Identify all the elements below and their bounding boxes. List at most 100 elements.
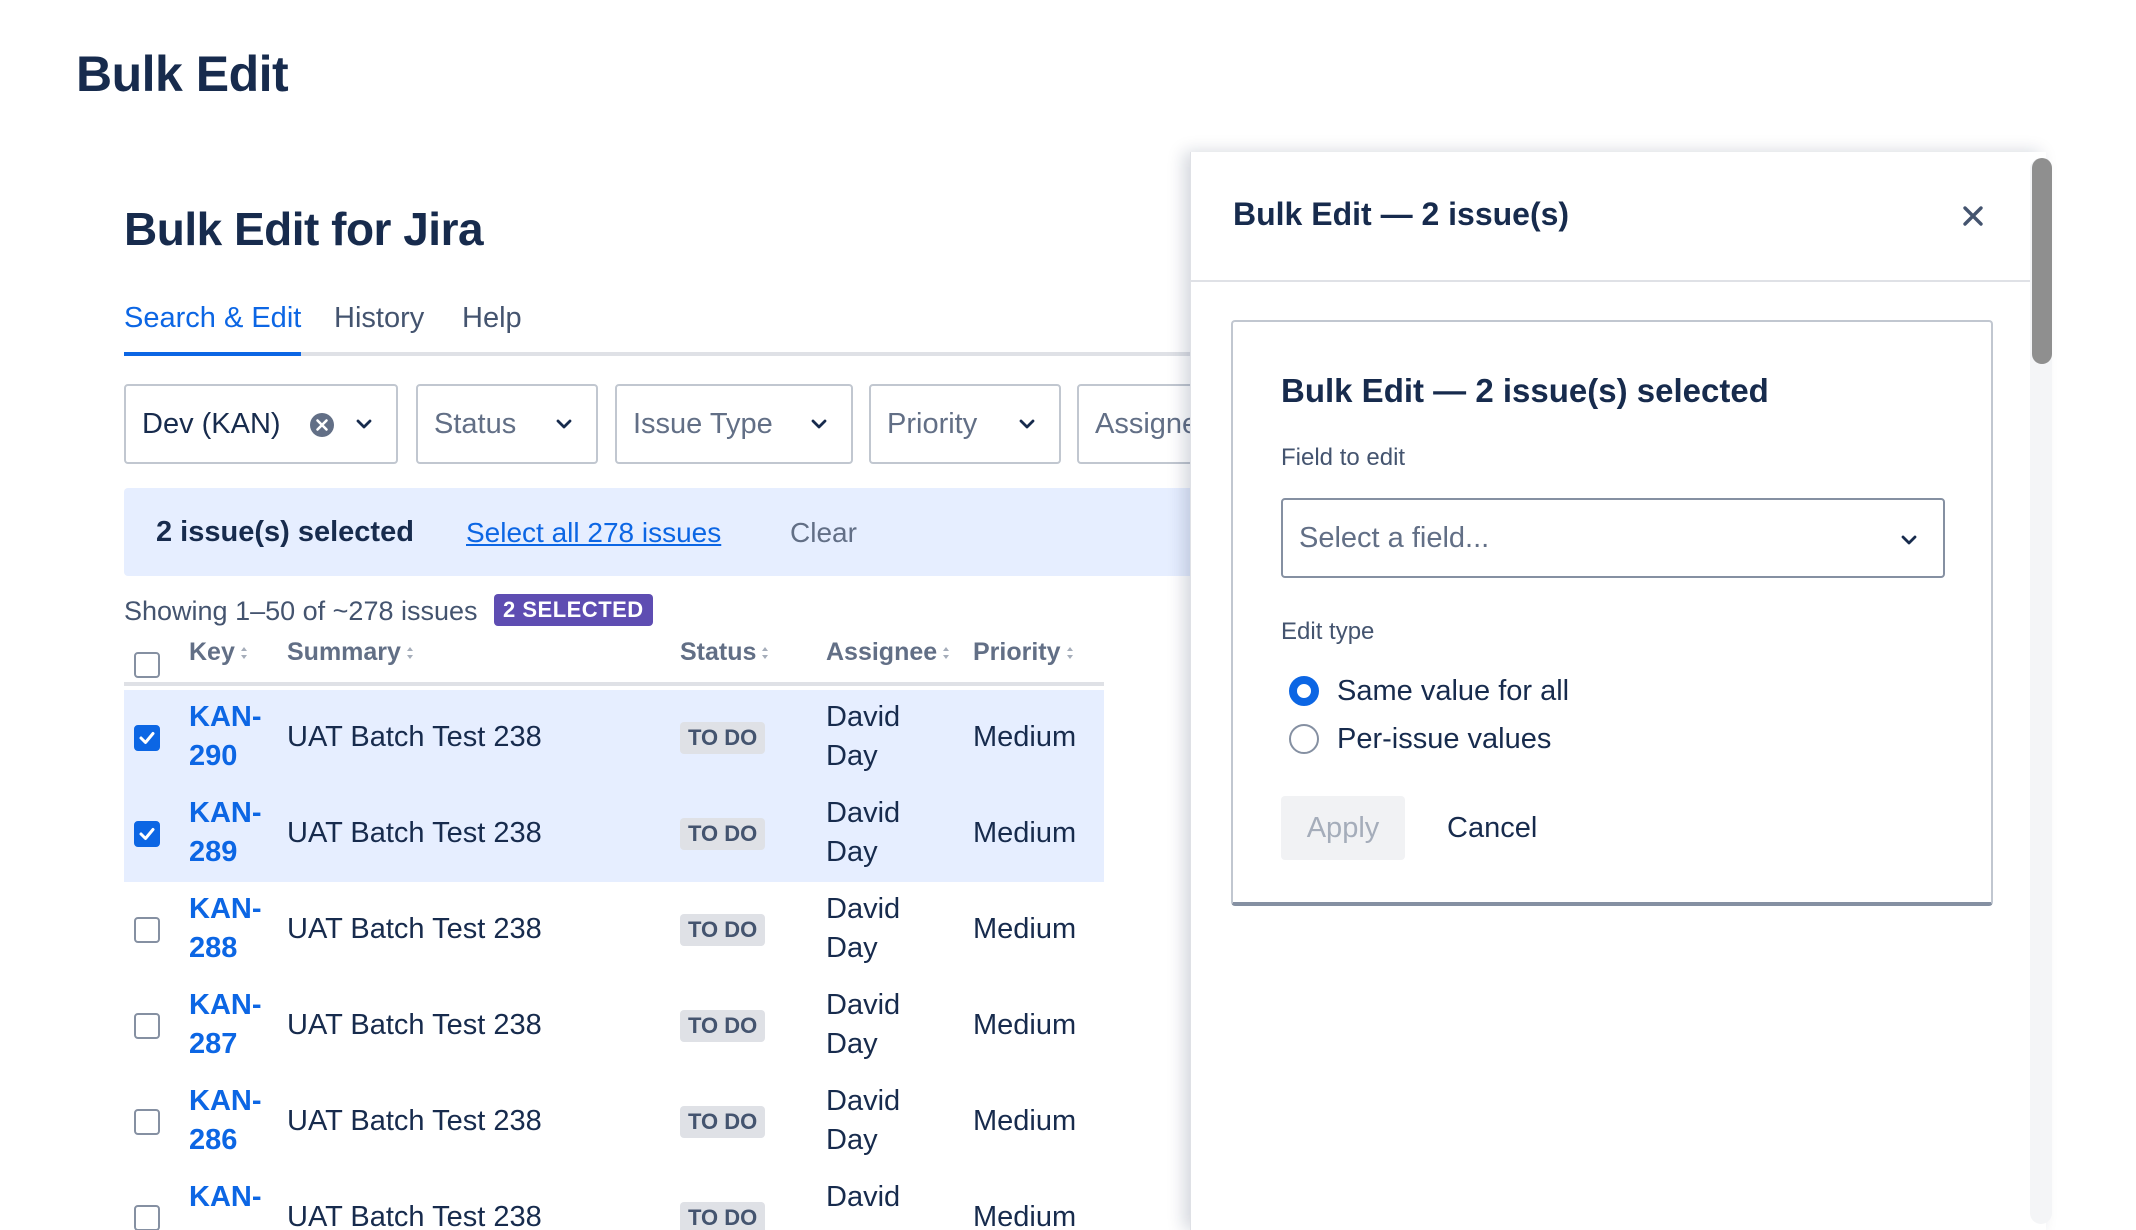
column-header-summary[interactable]: Summary xyxy=(287,638,415,667)
status-badge: TO DO xyxy=(680,1106,766,1138)
issue-summary: UAT Batch Test 238 xyxy=(287,913,542,945)
results-count: Showing 1–50 of ~278 issues xyxy=(124,596,478,626)
column-header-summary-label: Summary xyxy=(287,638,401,666)
selection-count: 2 issue(s) selected xyxy=(156,516,414,548)
priority-filter[interactable]: Priority xyxy=(869,384,1061,464)
field-select-placeholder: Select a field... xyxy=(1299,522,1490,554)
form-heading: Bulk Edit — 2 issue(s) selected xyxy=(1281,372,1769,409)
project-filter-label: Dev (KAN) xyxy=(142,408,281,440)
sort-icon xyxy=(240,647,247,660)
apply-button[interactable]: Apply xyxy=(1281,796,1405,860)
issue-summary: UAT Batch Test 238 xyxy=(287,817,542,849)
column-header-priority-label: Priority xyxy=(973,638,1061,666)
issue-key-link[interactable]: KAN-286 xyxy=(189,1082,269,1160)
tab-history[interactable]: History xyxy=(334,302,424,356)
issue-priority: Medium xyxy=(973,913,1077,945)
table-header: Key Summary Status Assignee Priority xyxy=(124,630,1104,686)
sort-icon xyxy=(406,647,413,660)
checkmark-icon xyxy=(139,732,155,744)
cancel-button[interactable]: Cancel xyxy=(1433,796,1551,860)
tab-bar: Search & Edit History Help xyxy=(124,302,1194,356)
filter-bar: Dev (KAN) Status Issue Type Priority Ass… xyxy=(124,384,1194,464)
page-title: Bulk Edit xyxy=(76,46,289,102)
radio-button[interactable] xyxy=(1289,676,1319,706)
issue-key-link[interactable]: KAN-289 xyxy=(189,794,269,872)
column-header-assignee-label: Assignee xyxy=(826,638,938,666)
tab-help[interactable]: Help xyxy=(462,302,522,356)
tab-search-edit[interactable]: Search & Edit xyxy=(124,302,302,356)
issue-assignee: David Day xyxy=(826,989,901,1060)
issue-priority: Medium xyxy=(973,1009,1077,1041)
issue-type-filter[interactable]: Issue Type xyxy=(615,384,853,464)
chevron-down-icon xyxy=(811,419,827,429)
table-row[interactable]: KAN- UAT Batch Test 238 TO DO David Medi… xyxy=(124,1170,1104,1230)
row-checkbox[interactable] xyxy=(134,917,160,943)
issue-priority: Medium xyxy=(973,1201,1077,1230)
selection-banner: 2 issue(s) selected Select all 278 issue… xyxy=(124,488,1194,576)
radio-label: Same value for all xyxy=(1337,675,1570,707)
status-filter-label: Status xyxy=(434,408,517,440)
issue-type-filter-label: Issue Type xyxy=(633,408,773,440)
main-content: Bulk Edit for Jira Search & Edit History… xyxy=(124,150,1194,1230)
row-checkbox[interactable] xyxy=(134,1013,160,1039)
issue-assignee: David Day xyxy=(826,1085,901,1156)
issue-assignee: David Day xyxy=(826,893,901,964)
issue-priority: Medium xyxy=(973,721,1077,753)
radio-button[interactable] xyxy=(1289,724,1319,754)
table-row[interactable]: KAN-286 UAT Batch Test 238 TO DO David D… xyxy=(124,1074,1104,1170)
column-header-assignee[interactable]: Assignee xyxy=(826,638,951,667)
table-row[interactable]: KAN-287 UAT Batch Test 238 TO DO David D… xyxy=(124,978,1104,1074)
sort-icon xyxy=(943,647,950,660)
sort-icon xyxy=(762,647,769,660)
checkmark-icon xyxy=(139,828,155,840)
issue-priority: Medium xyxy=(973,817,1077,849)
issue-summary: UAT Batch Test 238 xyxy=(287,1201,542,1230)
panel-header: Bulk Edit — 2 issue(s) xyxy=(1191,152,2047,282)
issue-key-link[interactable]: KAN-288 xyxy=(189,890,269,968)
app-heading: Bulk Edit for Jira xyxy=(124,203,484,255)
field-select[interactable]: Select a field... xyxy=(1281,498,1945,578)
row-checkbox[interactable] xyxy=(134,821,160,847)
table-row[interactable]: KAN-288 UAT Batch Test 238 TO DO David D… xyxy=(124,882,1104,978)
issue-summary: UAT Batch Test 238 xyxy=(287,721,542,753)
chevron-down-icon xyxy=(1019,419,1035,429)
close-icon[interactable] xyxy=(1951,194,1995,238)
chevron-down-icon xyxy=(1901,535,1917,545)
status-badge: TO DO xyxy=(680,1010,766,1042)
column-header-key-label: Key xyxy=(189,638,235,666)
column-header-status[interactable]: Status xyxy=(680,638,770,667)
table-row[interactable]: KAN-289 UAT Batch Test 238 TO DO David D… xyxy=(124,786,1104,882)
field-to-edit-label: Field to edit xyxy=(1281,444,1406,471)
row-checkbox[interactable] xyxy=(134,725,160,751)
sort-icon xyxy=(1066,647,1073,660)
bulk-edit-panel: Bulk Edit — 2 issue(s) Bulk Edit — 2 iss… xyxy=(1190,152,2047,1230)
row-checkbox[interactable] xyxy=(134,1109,160,1135)
row-checkbox[interactable] xyxy=(134,1205,160,1230)
status-filter[interactable]: Status xyxy=(416,384,598,464)
select-all-link[interactable]: Select all 278 issues xyxy=(466,517,721,549)
issue-priority: Medium xyxy=(973,1105,1077,1137)
column-header-key[interactable]: Key xyxy=(189,638,249,667)
status-badge: TO DO xyxy=(680,818,766,850)
issue-assignee: David xyxy=(826,1181,901,1213)
issue-summary: UAT Batch Test 238 xyxy=(287,1105,542,1137)
edit-form-card: Bulk Edit — 2 issue(s) selected Field to… xyxy=(1231,320,1993,906)
issue-key-link[interactable]: KAN- xyxy=(189,1178,269,1217)
issue-assignee: David Day xyxy=(826,797,901,868)
column-header-priority[interactable]: Priority xyxy=(973,638,1075,667)
clear-icon[interactable] xyxy=(308,411,336,439)
issue-key-link[interactable]: KAN-287 xyxy=(189,986,269,1064)
chevron-down-icon xyxy=(356,419,372,429)
priority-filter-label: Priority xyxy=(887,408,978,440)
issue-key-link[interactable]: KAN-290 xyxy=(189,698,269,776)
project-filter[interactable]: Dev (KAN) xyxy=(124,384,398,464)
panel-title: Bulk Edit — 2 issue(s) xyxy=(1233,196,1570,232)
issue-assignee: David Day xyxy=(826,701,901,772)
select-all-checkbox[interactable] xyxy=(134,652,160,678)
status-badge: TO DO xyxy=(680,914,766,946)
column-header-status-label: Status xyxy=(680,638,757,666)
scrollbar-thumb[interactable] xyxy=(2032,158,2052,364)
assignee-filter[interactable]: Assignee xyxy=(1077,384,1194,464)
clear-selection-button[interactable]: Clear xyxy=(790,517,857,549)
table-row[interactable]: KAN-290 UAT Batch Test 238 TO DO David D… xyxy=(124,690,1104,786)
